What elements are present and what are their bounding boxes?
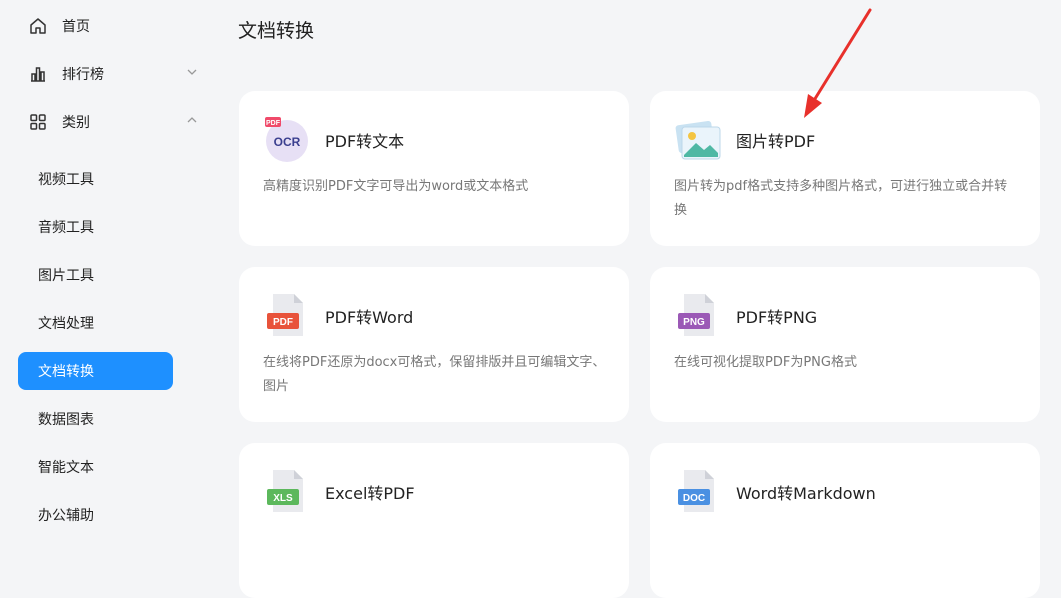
- xls-file-icon: XLS: [267, 470, 303, 512]
- sidebar-item-label: 文档转换: [38, 364, 94, 380]
- card-title: 图片转PDF: [736, 132, 816, 151]
- file-badge-text: XLS: [273, 493, 293, 504]
- file-badge-text: DOC: [683, 493, 705, 504]
- card-description: 在线将PDF还原为docx可格式，保留排版并且可编辑文字、图片: [263, 355, 606, 394]
- sidebar-item-audio-tools[interactable]: 音频工具: [18, 208, 173, 246]
- tool-card-pdf-to-text[interactable]: PDF OCR PDF转文本 高精度识别PDF文字可导出为word或文本格式: [239, 91, 629, 246]
- chevron-up-icon[interactable]: [186, 114, 198, 126]
- sidebar-item-label: 视频工具: [38, 172, 94, 188]
- chevron-down-icon[interactable]: [186, 66, 198, 78]
- nav-item-label: 类别: [62, 115, 90, 131]
- nav-item-ranking[interactable]: 排行榜: [28, 62, 104, 86]
- ocr-icon: PDF OCR: [265, 117, 308, 162]
- sidebar-item-label: 文档处理: [38, 316, 94, 332]
- tool-card-word-to-markdown[interactable]: DOC Word转Markdown: [650, 443, 1040, 598]
- sidebar-item-label: 办公辅助: [38, 508, 94, 524]
- pdf-file-icon: PDF: [267, 294, 303, 336]
- png-file-icon: PNG: [678, 294, 714, 336]
- file-badge-text: PNG: [683, 317, 705, 328]
- sidebar-item-image-tools[interactable]: 图片工具: [18, 256, 173, 294]
- card-title: PDF转PNG: [736, 308, 818, 327]
- page-title: 文档转换: [238, 20, 315, 42]
- sidebar-item-video-tools[interactable]: 视频工具: [18, 160, 173, 198]
- file-badge-text: PDF: [273, 317, 293, 328]
- card-title: PDF转Word: [325, 308, 414, 327]
- grid-icon: [28, 112, 48, 132]
- sidebar-item-document-conversion[interactable]: 文档转换: [18, 352, 173, 390]
- sidebar-item-label: 音频工具: [38, 220, 94, 236]
- ocr-badge-text: OCR: [274, 135, 301, 149]
- card-description: 在线可视化提取PDF为PNG格式: [674, 355, 857, 370]
- nav-item-home[interactable]: 首页: [28, 14, 90, 38]
- nav-item-label: 排行榜: [62, 67, 104, 83]
- sidebar-item-office-assist[interactable]: 办公辅助: [18, 496, 173, 534]
- nav-item-label: 首页: [62, 19, 90, 35]
- card-description: 图片转为pdf格式支持多种图片格式，可进行独立或合并转换: [674, 179, 1008, 218]
- tool-card-excel-to-pdf[interactable]: XLS Excel转PDF: [239, 443, 629, 598]
- tool-card-pdf-to-word[interactable]: PDF PDF转Word 在线将PDF还原为docx可格式，保留排版并且可编辑文…: [239, 267, 629, 422]
- doc-file-icon: DOC: [678, 470, 714, 512]
- nav-item-category[interactable]: 类别: [28, 110, 90, 134]
- sidebar-item-label: 智能文本: [38, 460, 94, 476]
- card-title: Excel转PDF: [325, 484, 415, 503]
- tool-card-pdf-to-png[interactable]: PNG PDF转PNG 在线可视化提取PDF为PNG格式: [650, 267, 1040, 422]
- home-icon: [28, 16, 48, 36]
- sidebar-item-label: 图片工具: [38, 268, 94, 284]
- sidebar: 首页 排行榜 类别 视频工具 音频工具 图片工具 文档处理 文档转换 数据图表 …: [0, 0, 200, 524]
- card-description: 高精度识别PDF文字可导出为word或文本格式: [263, 179, 529, 194]
- tool-card-image-to-pdf[interactable]: 图片转PDF 图片转为pdf格式支持多种图片格式，可进行独立或合并转换: [650, 91, 1040, 246]
- sidebar-item-document-processing[interactable]: 文档处理: [18, 304, 173, 342]
- sidebar-item-smart-text[interactable]: 智能文本: [18, 448, 173, 486]
- sidebar-item-data-charts[interactable]: 数据图表: [18, 400, 173, 438]
- corner-badge-text: PDF: [266, 120, 281, 127]
- card-title: Word转Markdown: [736, 484, 876, 503]
- card-title: PDF转文本: [325, 132, 405, 151]
- image-icon: [675, 121, 721, 160]
- bar-chart-icon: [28, 64, 48, 84]
- sidebar-item-label: 数据图表: [38, 412, 94, 428]
